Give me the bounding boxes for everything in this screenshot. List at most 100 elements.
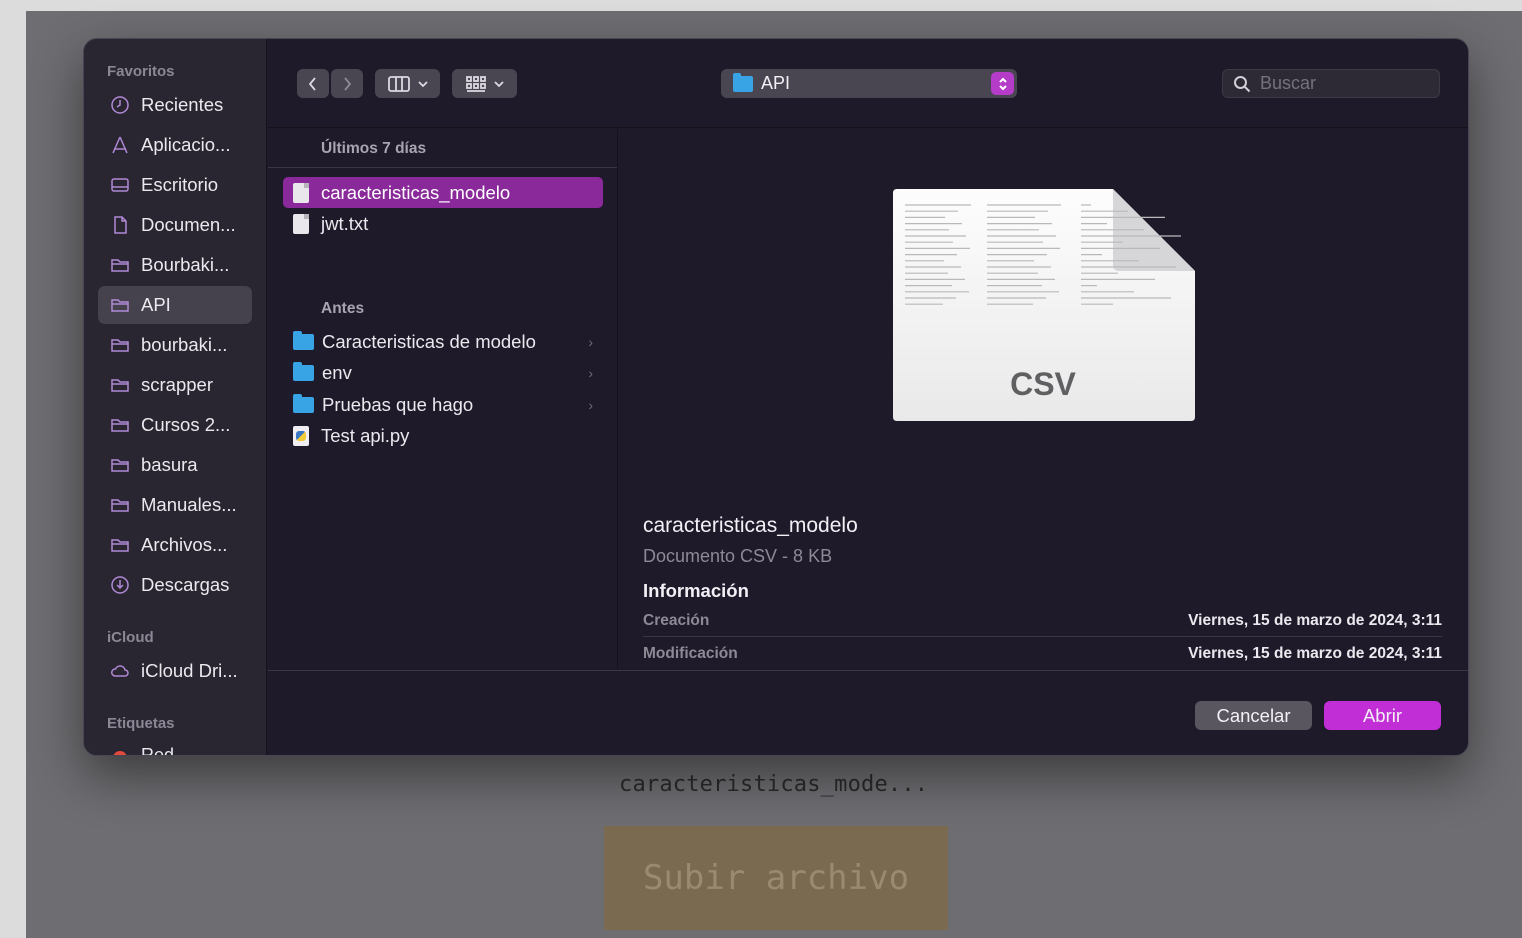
sidebar-item-aplicaciones[interactable]: Aplicacio... [98,126,252,164]
main-pane: API Últimos 7 días caracteristicas_model… [268,39,1468,755]
sidebar-item-cursos[interactable]: Cursos 2... [98,406,252,444]
folder-icon [110,295,130,315]
file-row-test-api[interactable]: Test api.py [283,420,603,451]
folder-icon [110,455,130,475]
preview-file-name: caracteristicas_modelo [643,514,858,537]
preview-file-kind: Documento CSV - 8 KB [643,546,833,566]
folder-name: Pruebas que hago [322,393,474,415]
columns-icon [387,75,410,92]
cloud-icon [110,661,130,681]
sidebar-item-label: scrapper [141,374,213,395]
sidebar-item-label: iCloud Dri... [141,660,238,681]
chevron-right-icon: › [588,364,593,381]
folder-icon [110,535,130,555]
folder-icon [110,255,130,275]
file-row-jwt[interactable]: jwt.txt [283,208,603,239]
file-name: jwt.txt [321,212,369,234]
document-icon [293,182,309,203]
created-label: Creación [643,611,710,629]
sidebar-item-label: Descargas [141,574,230,595]
sidebar-item-label: Manuales... [141,494,237,515]
sidebar-item-label: Aplicacio... [141,134,231,155]
tag-red-dot[interactable] [113,751,127,755]
older-group-title: Antes [321,300,365,317]
document-icon [110,215,130,235]
sidebar-item-label: Escritorio [141,174,219,195]
sidebar-item-bourbaki-lower[interactable]: bourbaki... [98,326,252,364]
open-button[interactable]: Abrir [1324,701,1441,730]
view-columns-button[interactable] [375,69,440,98]
path-popup-label: API [761,73,791,93]
search-icon [1234,75,1251,92]
folder-icon [293,393,314,413]
desktop-icon [110,175,130,195]
selected-file-label: caracteristicas_mode... [619,772,929,797]
folder-icon [733,72,753,92]
sidebar-item-descargas[interactable]: Descargas [98,566,252,604]
chevron-left-icon [308,76,316,91]
sidebar-item-label: Archivos... [141,534,228,555]
modified-row: Modificación Viernes, 15 de marzo de 202… [643,638,1442,670]
chevron-down-icon [417,80,428,87]
folder-row-env[interactable]: env › [283,357,603,388]
folder-row-caracteristicas-de-modelo[interactable]: Caracteristicas de modelo › [283,326,603,357]
sidebar-section-tags: Etiquetas [107,715,175,732]
forward-button[interactable] [331,69,363,98]
folder-icon [110,415,130,435]
sidebar-item-label: API [141,294,171,315]
sidebar-section-favorites: Favoritos [107,63,175,80]
file-name: Test api.py [321,424,410,446]
clock-icon [110,95,130,115]
folder-icon [110,495,130,515]
chevron-right-icon: › [588,396,593,413]
modified-label: Modificación [643,645,738,662]
group-button[interactable] [452,69,517,98]
search-field[interactable] [1222,69,1440,98]
chevron-right-icon: › [588,333,593,350]
sidebar-item-recientes[interactable]: Recientes [98,86,252,124]
file-name: caracteristicas_modelo [321,181,511,203]
sidebar-item-label: bourbaki... [141,334,228,355]
sidebar-item-documentos[interactable]: Documen... [98,206,252,244]
sidebar-item-basura[interactable]: basura [98,446,252,484]
sidebar-item-scrapper[interactable]: scrapper [98,366,252,404]
file-open-dialog: Favoritos Recientes Aplicacio... Escrito… [83,38,1469,756]
file-row-caracteristicas-modelo[interactable]: caracteristicas_modelo [283,177,603,208]
csv-thumbnail: CSV [891,187,1197,423]
up-down-chevron-icon [991,72,1014,95]
back-button[interactable] [297,69,329,98]
csv-thumb-label: CSV [1010,366,1076,402]
folder-name: env [322,361,352,383]
folder-icon [293,361,314,381]
sidebar-item-manuales[interactable]: Manuales... [98,486,252,524]
upload-button[interactable]: Subir archivo [604,826,948,930]
preview-pane: CSV caracteristicas_modelo Documento CSV… [619,129,1468,669]
search-input[interactable] [1260,73,1420,94]
folder-icon [110,335,130,355]
chevron-right-icon [344,76,352,91]
dialog-footer: Cancelar Abrir [268,670,1468,755]
path-popup[interactable]: API [721,69,1017,98]
apps-icon [110,135,130,155]
cancel-button[interactable]: Cancelar [1195,701,1312,730]
sidebar-item-label: basura [141,454,198,475]
sidebar-item-api[interactable]: API [98,286,252,324]
tag-red-label[interactable]: Red [141,745,174,755]
sidebar-section-icloud: iCloud [107,629,154,646]
recent-group-title: Últimos 7 días [321,140,427,157]
chevron-down-icon [493,80,504,87]
document-icon [293,213,309,234]
folder-row-pruebas-que-hago[interactable]: Pruebas que hago › [283,389,603,420]
folder-icon [110,375,130,395]
sidebar-item-label: Recientes [141,94,224,115]
sidebar-item-icloud-drive[interactable]: iCloud Dri... [98,652,252,690]
sidebar-item-bourbaki-upper[interactable]: Bourbaki... [98,246,252,284]
column-header: Últimos 7 días [268,129,617,168]
folder-name: Caracteristicas de modelo [322,330,536,352]
sidebar-item-archivos[interactable]: Archivos... [98,526,252,564]
sidebar-item-label: Bourbaki... [141,254,230,275]
python-file-icon [293,425,309,446]
modified-value: Viernes, 15 de marzo de 2024, 3:11 [1188,645,1442,662]
sidebar-item-escritorio[interactable]: Escritorio [98,166,252,204]
sidebar-item-label: Cursos 2... [141,414,231,435]
